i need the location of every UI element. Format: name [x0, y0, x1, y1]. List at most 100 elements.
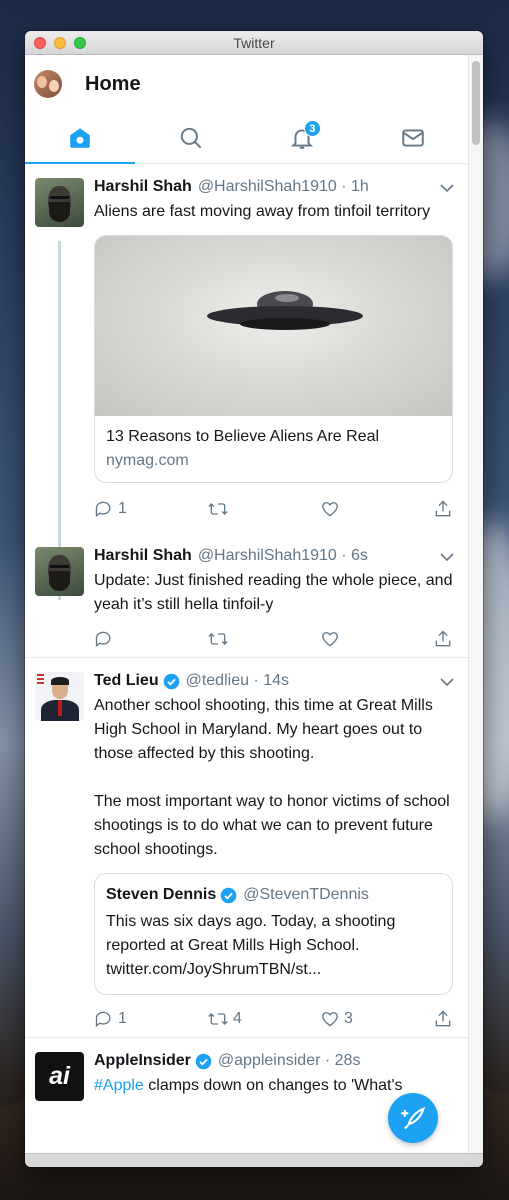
retweet-icon — [208, 503, 228, 515]
share-icon — [435, 1010, 451, 1027]
avatar[interactable] — [35, 178, 84, 227]
home-icon — [70, 128, 91, 148]
tweet[interactable]: Harshil Shah @HarshilShah1910 · 6s Updat… — [25, 527, 468, 658]
tweet-body: Harshil Shah @HarshilShah1910 · 1h Alien… — [94, 178, 453, 527]
close-window-button[interactable] — [34, 37, 46, 49]
window-bottom-bar — [25, 1153, 483, 1167]
avatar-flag — [37, 674, 44, 686]
tab-home[interactable] — [25, 113, 136, 163]
avatar-beard — [49, 202, 70, 222]
reply-icon — [95, 501, 111, 517]
tweet[interactable]: ai AppleInsider @appleinsider · 28s #App… — [25, 1038, 468, 1101]
timeline-view: Home 3 Harshil Shah @HarshilShah1910 · 1… — [25, 55, 468, 1153]
avatar-beard — [49, 571, 70, 591]
avatar-glasses — [50, 565, 69, 568]
quoted-author-handle: @StevenTDennis — [243, 886, 369, 903]
chevron-down-icon[interactable] — [439, 180, 455, 196]
share-button[interactable] — [433, 499, 453, 519]
author-name[interactable]: Ted Lieu — [94, 672, 159, 690]
hashtag-link[interactable]: #Apple — [94, 1077, 144, 1094]
share-icon — [435, 630, 451, 647]
reply-button[interactable] — [94, 629, 207, 649]
tweet-body: Ted Lieu @tedlieu · 14s Another school s… — [94, 672, 453, 1037]
quoted-tweet-header: Steven Dennis @StevenTDennis — [106, 886, 441, 904]
reply-button[interactable]: 1 — [94, 499, 207, 519]
heart-icon — [322, 632, 338, 647]
tweet-actions — [94, 621, 453, 657]
verified-badge-icon — [163, 673, 180, 690]
tweet[interactable]: Ted Lieu @tedlieu · 14s Another school s… — [25, 658, 468, 1038]
reply-count: 1 — [118, 500, 127, 517]
retweet-icon — [208, 633, 228, 645]
scrollbar[interactable] — [468, 55, 483, 1153]
window-title: Twitter — [233, 34, 275, 51]
tweet[interactable]: Harshil Shah @HarshilShah1910 · 1h Alien… — [25, 164, 468, 527]
chevron-down-icon[interactable] — [439, 549, 455, 565]
compose-feather-icon — [401, 1106, 426, 1130]
tab-messages[interactable] — [357, 113, 468, 163]
retweet-button[interactable]: 4 — [207, 1009, 320, 1029]
retweet-icon — [208, 1013, 228, 1025]
share-button[interactable] — [433, 1009, 453, 1029]
reply-count: 1 — [118, 1010, 127, 1027]
app-window: Twitter Home 3 Harshil Shah @HarshilShah… — [25, 31, 483, 1167]
profile-avatar[interactable] — [34, 70, 62, 98]
tweet-text: Aliens are fast moving away from tinfoil… — [94, 203, 431, 220]
avatar[interactable] — [35, 547, 84, 596]
avatar[interactable]: ai — [35, 1052, 84, 1101]
minimize-window-button[interactable] — [54, 37, 66, 49]
compose-tweet-button[interactable] — [388, 1093, 438, 1143]
verified-badge-icon — [195, 1053, 212, 1070]
tweet-header: Harshil Shah @HarshilShah1910 · 1h — [94, 178, 453, 196]
author-name[interactable]: Harshil Shah — [94, 547, 192, 565]
author-handle[interactable]: @appleinsider · 28s — [218, 1052, 361, 1070]
like-button[interactable] — [320, 629, 433, 649]
tab-notifications[interactable]: 3 — [247, 113, 358, 163]
avatar-tie — [58, 700, 62, 716]
like-button[interactable] — [320, 499, 433, 519]
tweet-text: Update: Just finished reading the whole … — [94, 572, 453, 613]
avatar-hair — [51, 677, 69, 685]
window-titlebar[interactable]: Twitter — [25, 31, 483, 55]
tweet-body: Harshil Shah @HarshilShah1910 · 6s Updat… — [94, 547, 453, 657]
tab-search[interactable] — [136, 113, 247, 163]
window-controls — [34, 37, 86, 49]
card-image — [95, 236, 452, 416]
share-button[interactable] — [433, 629, 453, 649]
author-handle[interactable]: @HarshilShah1910 · 1h — [198, 178, 369, 196]
chevron-down-icon[interactable] — [439, 674, 455, 690]
reply-icon — [95, 1011, 111, 1027]
tweet-header: Ted Lieu @tedlieu · 14s — [94, 672, 453, 690]
tab-bar: 3 — [25, 113, 468, 164]
avatar-logo-text: ai — [49, 1062, 70, 1090]
card-info: 13 Reasons to Believe Aliens Are Real ny… — [95, 416, 452, 482]
tweet-text-rest: clamps down on changes to 'What's — [143, 1077, 403, 1094]
retweet-button[interactable] — [207, 499, 320, 519]
retweet-button[interactable] — [207, 629, 320, 649]
tweet-body: AppleInsider @appleinsider · 28s #Apple … — [94, 1052, 453, 1098]
author-name[interactable]: AppleInsider — [94, 1052, 191, 1070]
ufo-image — [207, 291, 363, 330]
page-title: Home — [85, 72, 141, 95]
like-button[interactable]: 3 — [320, 1009, 433, 1029]
zoom-window-button[interactable] — [74, 37, 86, 49]
verified-badge-icon — [220, 887, 237, 904]
tweet-text: Another school shooting, this time at Gr… — [94, 697, 433, 762]
author-handle[interactable]: @HarshilShah1910 · 6s — [198, 547, 368, 565]
search-icon — [180, 127, 202, 149]
author-name[interactable]: Harshil Shah — [94, 178, 192, 196]
quoted-tweet-text: This was six days ago. Today, a shooting… — [106, 913, 396, 978]
reply-button[interactable]: 1 — [94, 1009, 207, 1029]
heart-icon — [322, 1012, 338, 1027]
scrollbar-thumb[interactable] — [472, 61, 480, 145]
tweet-actions: 1 4 3 — [94, 1001, 453, 1037]
app-header: Home — [25, 55, 468, 113]
quoted-tweet[interactable]: Steven Dennis @StevenTDennis This was si… — [94, 873, 453, 995]
link-card[interactable]: 13 Reasons to Believe Aliens Are Real ny… — [94, 235, 453, 483]
heart-icon — [322, 502, 338, 517]
avatar[interactable] — [35, 672, 84, 721]
retweet-count: 4 — [233, 1010, 242, 1027]
quoted-author-name: Steven Dennis — [106, 886, 217, 903]
author-handle[interactable]: @tedlieu · 14s — [186, 672, 289, 690]
tweet-actions: 1 — [94, 491, 453, 527]
